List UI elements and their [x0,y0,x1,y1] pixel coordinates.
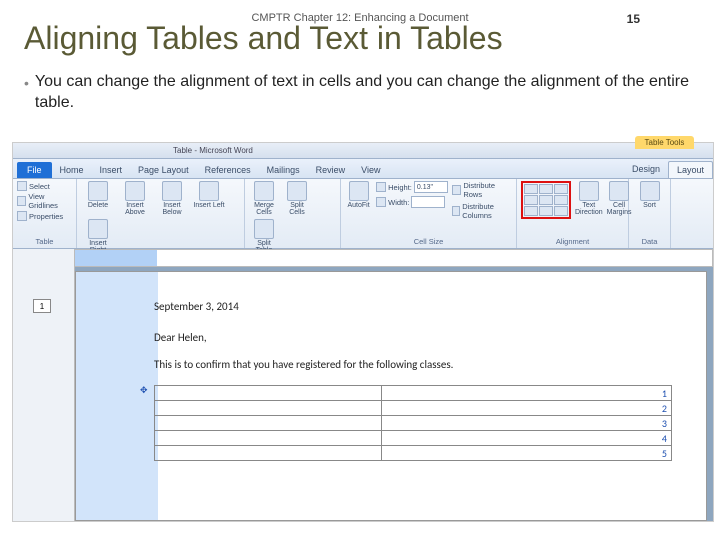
split-table-icon [254,219,274,239]
group-table-label: Table [17,236,72,248]
delete-icon [88,181,108,201]
window-titlebar: Table - Microsoft Word [13,143,713,159]
align-bl-icon[interactable] [524,206,538,216]
align-tr-icon[interactable] [554,184,568,194]
gridlines-icon [17,196,26,206]
select-icon [17,181,27,191]
alignment-grid[interactable] [521,181,571,219]
width-input[interactable] [411,196,445,208]
align-tl-icon[interactable] [524,184,538,194]
group-alignment-label: Alignment [521,236,624,248]
tab-insert[interactable]: Insert [92,162,131,178]
tab-mailings[interactable]: Mailings [259,162,308,178]
text-direction-button[interactable]: Text Direction [575,181,603,216]
table-row: 1 [155,386,672,401]
table-row: 2 [155,401,672,416]
tab-layout[interactable]: Layout [668,161,713,178]
table-row: 3 [155,416,672,431]
align-bc-icon[interactable] [539,206,553,216]
split-icon [287,181,307,201]
height-input[interactable]: 0.13" [414,181,448,193]
dist-cols-icon [452,206,460,216]
tab-home[interactable]: Home [52,162,92,178]
insert-right-icon [88,219,108,239]
ribbon-tabstrip: File Home Insert Page Layout References … [13,159,713,179]
ribbon: Select View Gridlines Properties Table D… [13,179,713,249]
insert-above-button[interactable]: Insert Above [118,181,152,216]
gridlines-button[interactable]: View Gridlines [17,192,72,210]
align-mr-icon[interactable] [554,195,568,205]
cell-margins-button[interactable]: Cell Margins [607,181,632,216]
dist-rows-icon [452,185,461,195]
tab-review[interactable]: Review [308,162,354,178]
align-ml-icon[interactable] [524,195,538,205]
document-table[interactable]: 1 2 3 4 5 [154,385,672,461]
align-br-icon[interactable] [554,206,568,216]
autofit-icon [349,181,369,201]
doc-greeting[interactable]: Dear Helen, [154,331,672,344]
insert-above-icon [125,181,145,201]
window-title: Table - Microsoft Word [173,146,253,155]
merge-icon [254,181,274,201]
page-indicator: 1 [33,299,51,313]
properties-button[interactable]: Properties [17,211,72,221]
vertical-ruler: 1 [13,267,75,521]
document-page[interactable]: September 3, 2014 Dear Helen, This is to… [75,271,707,521]
table-row: 4 [155,431,672,446]
word-screenshot: Table - Microsoft Word File Home Insert … [12,142,714,522]
contextual-tab-label: Table Tools [635,136,695,149]
align-mc-icon[interactable] [539,195,553,205]
split-cells-button[interactable]: Split Cells [282,181,312,216]
slide-number: 15 [627,12,640,26]
delete-button[interactable]: Delete [81,181,115,209]
insert-left-icon [199,181,219,201]
table-move-handle-icon[interactable]: ✥ [140,385,148,396]
tab-view[interactable]: View [353,162,388,178]
tab-file[interactable]: File [17,162,52,178]
select-button[interactable]: Select [17,181,72,191]
bullet-text: You can change the alignment of text in … [35,72,690,114]
tab-references[interactable]: References [197,162,259,178]
doc-date[interactable]: September 3, 2014 [154,300,672,313]
group-data-label: Data [633,236,666,248]
horizontal-ruler [13,249,713,267]
insert-below-icon [162,181,182,201]
sort-icon [640,181,660,201]
tab-pagelayout[interactable]: Page Layout [130,162,197,178]
table-row: 5 [155,446,672,461]
doc-body[interactable]: This is to confirm that you have registe… [154,358,672,371]
distribute-rows-button[interactable]: Distribute Rows [452,181,512,199]
merge-cells-button[interactable]: Merge Cells [249,181,279,216]
height-icon [376,182,386,192]
width-icon [376,197,386,207]
tab-design[interactable]: Design [624,161,668,178]
slide-title: Aligning Tables and Text in Tables [24,20,503,57]
text-direction-icon [579,181,599,201]
autofit-button[interactable]: AutoFit [345,181,372,209]
align-tc-icon[interactable] [539,184,553,194]
selection-highlight [76,272,158,520]
bullet-dot: • [24,74,29,92]
properties-icon [17,211,27,221]
insert-left-button[interactable]: Insert Left [192,181,226,209]
distribute-cols-button[interactable]: Distribute Columns [452,202,512,220]
sort-button[interactable]: Sort [633,181,666,209]
insert-below-button[interactable]: Insert Below [155,181,189,216]
cell-margins-icon [609,181,629,201]
group-cellsize-label: Cell Size [345,236,512,248]
bullet-item: • You can change the alignment of text i… [24,72,690,114]
